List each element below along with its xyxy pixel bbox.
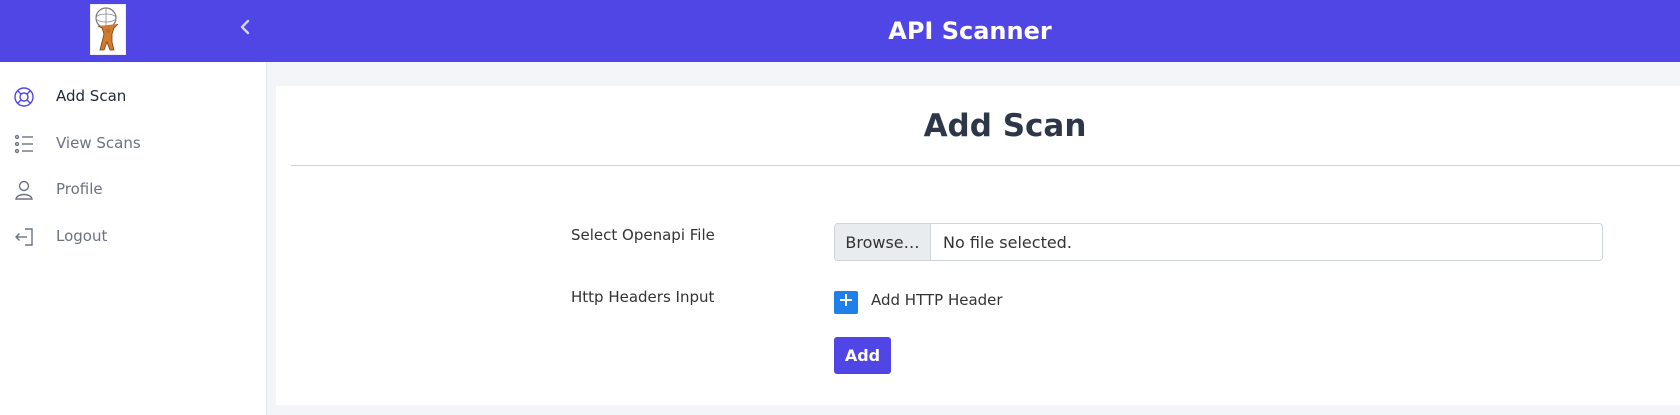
sidebar-item-label: Logout [56, 227, 108, 245]
user-icon [13, 179, 35, 201]
sidebar-item-logout[interactable]: Logout [0, 216, 266, 256]
logout-icon [13, 226, 35, 248]
openapi-file-input[interactable]: Browse… No file selected. [834, 223, 1603, 261]
sidebar: Add Scan View Scans Profile Logout [0, 62, 267, 415]
sidebar-item-view-scans[interactable]: View Scans [0, 123, 266, 163]
list-icon [13, 133, 35, 155]
atlas-logo-icon[interactable] [89, 3, 127, 56]
app-title: API Scanner [888, 17, 1052, 45]
sidebar-item-label: View Scans [56, 134, 141, 152]
top-bar: API Scanner [0, 0, 1680, 62]
http-headers-label: Http Headers Input [571, 288, 715, 306]
add-http-header-link[interactable]: Add HTTP Header [871, 291, 1003, 309]
file-status-text: No file selected. [943, 232, 1072, 252]
plus-icon [839, 293, 853, 312]
sidebar-collapse-button[interactable] [232, 16, 258, 42]
add-http-header-button[interactable] [834, 291, 858, 314]
title-divider [291, 165, 1680, 166]
sidebar-item-label: Profile [56, 180, 103, 198]
openapi-file-label: Select Openapi File [571, 226, 715, 244]
sidebar-item-add-scan[interactable]: Add Scan [0, 76, 266, 116]
browse-button[interactable]: Browse… [835, 224, 931, 260]
add-scan-card: Add Scan Select Openapi File Browse… No … [276, 86, 1680, 405]
sidebar-item-profile[interactable]: Profile [0, 169, 266, 209]
page-title: Add Scan [923, 108, 1087, 144]
sidebar-item-label: Add Scan [56, 87, 127, 105]
chevron-left-icon [239, 19, 251, 40]
lifebuoy-icon [13, 86, 35, 108]
add-scan-submit-button[interactable]: Add [834, 337, 891, 374]
